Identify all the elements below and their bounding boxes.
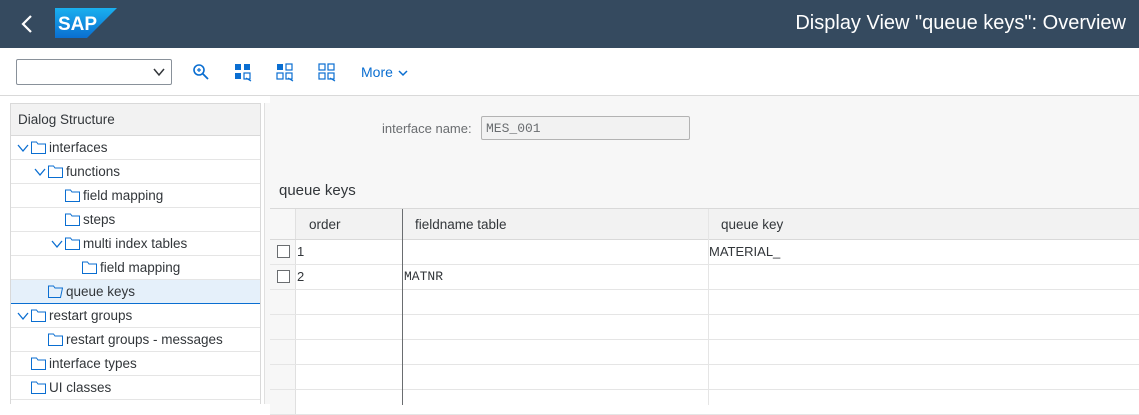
folder-icon <box>31 357 46 370</box>
tree-item-label: field mapping <box>83 188 164 203</box>
cell-queue-key[interactable]: MATERIAL_ <box>709 244 780 259</box>
toolbar: More <box>0 48 1139 96</box>
interface-name-field: MES_001 <box>481 116 690 140</box>
table-row-empty <box>270 390 1139 415</box>
tree-item-field-mapping-sub[interactable]: field mapping <box>11 256 260 280</box>
folder-icon <box>82 261 97 274</box>
select-all-icon[interactable] <box>233 62 253 82</box>
column-header-queue-key[interactable]: queue key <box>721 217 783 232</box>
select-block-icon[interactable] <box>275 62 295 82</box>
folder-icon <box>65 189 80 202</box>
tree-item-label: interface types <box>49 356 137 371</box>
back-button[interactable] <box>14 10 42 38</box>
deselect-all-icon[interactable] <box>317 62 337 82</box>
chevron-down-icon[interactable] <box>17 310 29 322</box>
tree-item-label: steps <box>83 212 116 227</box>
column-divider[interactable] <box>402 209 403 405</box>
table-row-empty <box>270 365 1139 390</box>
row-selector <box>270 315 296 339</box>
tree-item-restart-groups-messages[interactable]: restart groups - messages <box>11 328 260 352</box>
dialog-structure-header: Dialog Structure <box>11 104 260 136</box>
cell-order[interactable]: 2 <box>297 269 304 284</box>
table-row-empty <box>270 315 1139 340</box>
page-title: Display View "queue keys": Overview <box>795 12 1126 34</box>
tree-item-functions[interactable]: functions <box>11 160 260 184</box>
tree-item-label: restart groups - messages <box>66 332 223 347</box>
chevron-down-icon <box>398 70 408 77</box>
tree-item-interface-types[interactable]: interface types <box>11 352 260 376</box>
tree-item-label: functions <box>66 164 121 179</box>
folder-icon <box>31 381 46 394</box>
row-selector <box>270 290 296 314</box>
tree-item-field-mapping[interactable]: field mapping <box>11 184 260 208</box>
sap-logo: SAP <box>55 8 117 38</box>
folder-open-icon <box>65 237 80 250</box>
chevron-down-icon[interactable] <box>17 142 29 154</box>
row-selector <box>270 365 296 389</box>
cell-fieldname[interactable]: MATNR <box>404 269 443 284</box>
row-selector[interactable] <box>270 265 296 289</box>
tree-item-label: queue keys <box>66 284 136 299</box>
queue-keys-table: order fieldname table queue key 1 MATERI… <box>270 208 1139 415</box>
tree-item-label: multi index tables <box>83 236 188 251</box>
row-checkbox[interactable] <box>277 245 290 258</box>
table-row-empty <box>270 340 1139 365</box>
folder-open-icon <box>48 285 63 298</box>
tree-item-ui-classes[interactable]: UI classes <box>11 376 260 400</box>
row-selector <box>270 390 296 414</box>
tree-item-queue-keys[interactable]: queue keys <box>11 280 260 304</box>
dialog-structure-panel: Dialog Structure interfaces functions fi… <box>10 103 261 404</box>
folder-icon <box>48 333 63 346</box>
shell-bar: SAP Display View "queue keys": Overview <box>0 0 1139 48</box>
folder-open-icon <box>31 309 46 322</box>
chevron-down-icon <box>153 68 165 77</box>
folder-open-icon <box>31 141 46 154</box>
zoom-icon[interactable] <box>191 62 211 82</box>
cell-order[interactable]: 1 <box>297 244 304 259</box>
tree-item-multi-index-tables[interactable]: multi index tables <box>11 232 260 256</box>
more-label: More <box>361 64 393 80</box>
tree-item-label: field mapping <box>100 260 181 275</box>
tree-item-label: UI classes <box>49 380 112 395</box>
table-row[interactable]: 2 MATNR <box>270 265 1139 290</box>
table-title: queue keys <box>279 182 356 199</box>
column-header-fieldname-table[interactable]: fieldname table <box>415 217 507 232</box>
interface-name-label: interface name: <box>382 121 472 136</box>
tree-item-restart-groups[interactable]: restart groups <box>11 304 260 328</box>
column-divider[interactable] <box>708 209 709 405</box>
back-arrow-icon <box>21 15 32 33</box>
command-field[interactable] <box>16 59 172 85</box>
column-header-order[interactable]: order <box>309 217 341 232</box>
folder-icon <box>65 213 80 226</box>
table-header: order fieldname table queue key <box>270 209 1139 240</box>
more-button[interactable]: More <box>361 64 409 80</box>
row-selector <box>270 340 296 364</box>
chevron-down-icon[interactable] <box>34 166 46 178</box>
folder-open-icon <box>48 165 63 178</box>
row-checkbox[interactable] <box>277 270 290 283</box>
table-row-empty <box>270 290 1139 315</box>
select-all-cell[interactable] <box>270 209 296 239</box>
tree-item-label: interfaces <box>49 140 108 155</box>
tree-item-interfaces[interactable]: interfaces <box>11 136 260 160</box>
tree-item-steps[interactable]: steps <box>11 208 260 232</box>
content-area: interface name: MES_001 queue keys order… <box>270 96 1139 415</box>
svg-text:SAP: SAP <box>58 14 97 35</box>
tree-item-label: restart groups <box>49 308 133 323</box>
row-selector[interactable] <box>270 240 296 264</box>
table-row[interactable]: 1 MATERIAL_ <box>270 240 1139 265</box>
chevron-down-icon[interactable] <box>51 238 63 250</box>
